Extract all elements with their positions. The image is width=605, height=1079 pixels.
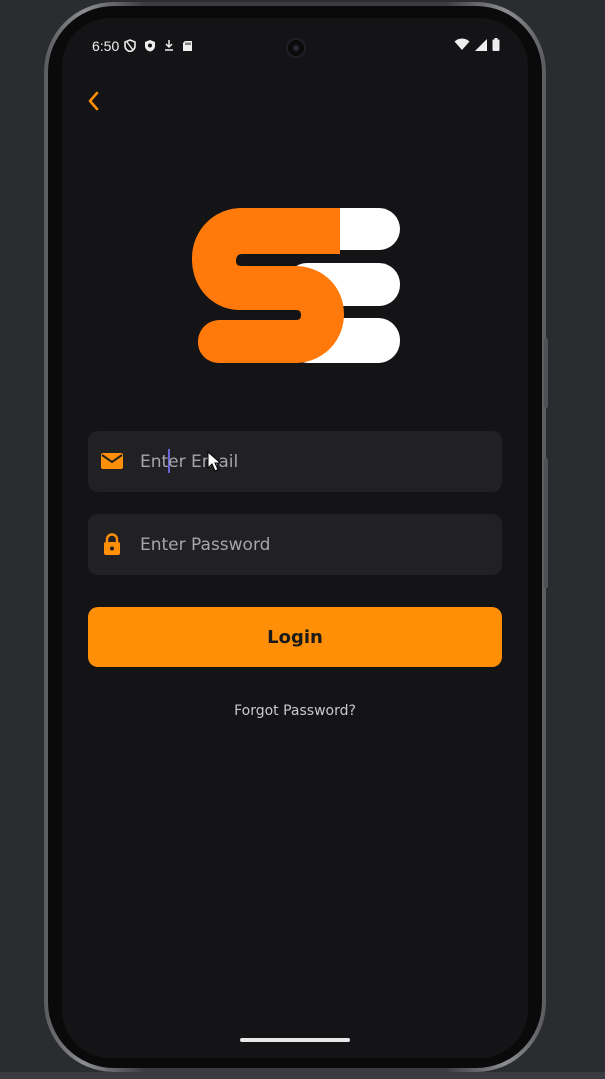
password-input[interactable] xyxy=(140,514,490,575)
wifi-icon xyxy=(454,38,470,50)
login-button[interactable]: Login xyxy=(88,607,502,667)
vpn-shield-icon xyxy=(124,39,136,52)
status-icons-left xyxy=(124,39,193,52)
signal-icon xyxy=(475,38,487,51)
email-input[interactable] xyxy=(140,431,490,492)
password-field-container xyxy=(88,514,502,575)
front-camera xyxy=(286,38,306,58)
lock-icon xyxy=(104,533,120,555)
volume-button xyxy=(544,458,548,588)
home-indicator[interactable] xyxy=(240,1038,350,1042)
sd-card-icon xyxy=(183,40,192,51)
chevron-left-icon xyxy=(88,91,99,111)
logo-s-shape xyxy=(192,208,344,363)
window-bottom-strip xyxy=(0,1072,605,1079)
mouse-cursor-icon xyxy=(207,451,222,472)
status-icons-right xyxy=(454,38,500,51)
email-field-container xyxy=(88,431,502,492)
app-logo xyxy=(192,208,400,363)
phone-screen: 6:50 Enter Email Login Forgot Password? xyxy=(62,18,528,1058)
power-button xyxy=(544,338,548,408)
status-time: 6:50 xyxy=(92,38,120,54)
shield-icon xyxy=(145,40,155,52)
battery-icon xyxy=(492,38,500,51)
forgot-password-link[interactable]: Forgot Password? xyxy=(62,703,528,719)
download-icon xyxy=(165,40,173,51)
back-button[interactable] xyxy=(80,86,110,116)
mail-icon xyxy=(101,453,123,469)
